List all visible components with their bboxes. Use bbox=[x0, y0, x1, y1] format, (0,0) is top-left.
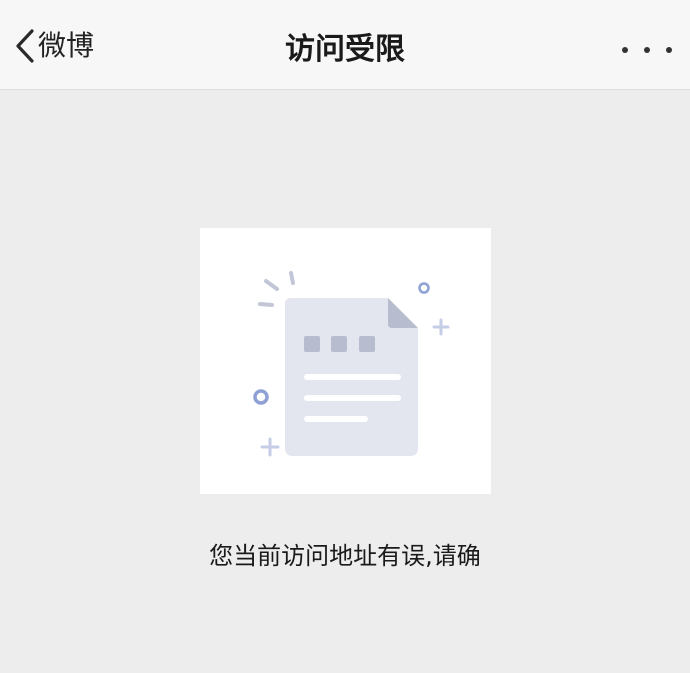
page-title: 访问受限 bbox=[285, 32, 405, 67]
more-dots-icon bbox=[644, 47, 650, 53]
chevron-left-icon bbox=[14, 28, 36, 64]
more-dots-icon bbox=[666, 47, 672, 53]
top-navigation-bar: 微博 访问受限 bbox=[0, 0, 690, 90]
more-options-button[interactable] bbox=[622, 30, 672, 70]
more-dots-icon bbox=[622, 47, 628, 53]
error-message: 您当前访问地址有误,请确 bbox=[209, 542, 481, 570]
back-button[interactable]: 微博 bbox=[14, 24, 94, 68]
empty-state-illustration bbox=[200, 228, 491, 494]
empty-document-icon bbox=[253, 271, 450, 457]
back-label: 微博 bbox=[38, 29, 95, 62]
